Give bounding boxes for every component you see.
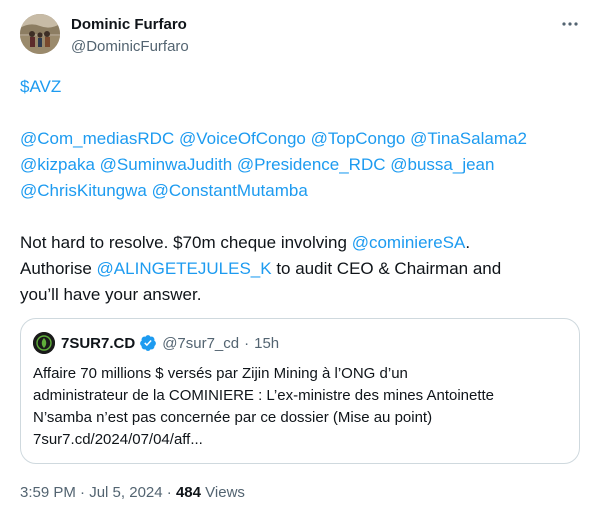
- footer-separator: ·: [80, 484, 86, 501]
- body-text: Authorise: [20, 259, 97, 278]
- quote-line: Affaire 70 millions $ versés par Zijin M…: [33, 365, 408, 382]
- body-text: you’ll have your answer.: [20, 285, 202, 304]
- tweet-header: Dominic Furfaro @DominicFurfaro: [20, 14, 580, 62]
- quote-line: 7sur7.cd/2024/07/04/aff...: [33, 431, 203, 448]
- author-handle[interactable]: @DominicFurfaro: [71, 38, 189, 55]
- tweet-text: $AVZ @Com_mediasRDC @VoiceOfCongo @TopCo…: [20, 74, 580, 308]
- author-display-name[interactable]: Dominic Furfaro: [71, 16, 187, 33]
- mention-link[interactable]: @bussa_jean: [390, 155, 494, 174]
- quote-handle[interactable]: @7sur7_cd: [162, 335, 239, 352]
- mentions-line-2: @kizpaka @SuminwaJudith @Presidence_RDC …: [20, 152, 580, 178]
- tweet-footer: 3:59 PM · Jul 5, 2024 · 484 Views: [20, 484, 245, 501]
- mention-link[interactable]: @ConstantMutamba: [152, 181, 308, 200]
- mentions-line-1: @Com_mediasRDC @VoiceOfCongo @TopCongo @…: [20, 126, 580, 152]
- tweet-time[interactable]: 3:59 PM: [20, 484, 76, 501]
- views-count[interactable]: 484: [176, 484, 201, 501]
- mention-link[interactable]: @VoiceOfCongo: [179, 129, 306, 148]
- author-avatar[interactable]: [20, 14, 60, 54]
- mention-link[interactable]: @TinaSalama2: [410, 129, 527, 148]
- quote-line: N’samba n’est pas concernée par ce dossi…: [33, 409, 433, 426]
- quote-separator: ·: [244, 334, 250, 352]
- footer-separator: ·: [166, 484, 172, 501]
- quote-line: administrateur de la COMINIERE : L’ex-mi…: [33, 387, 495, 404]
- mentions-line-3: @ChrisKitungwa @ConstantMutamba: [20, 178, 580, 204]
- mention-link[interactable]: @ALINGETEJULES_K: [97, 259, 272, 278]
- cashtag-link[interactable]: $AVZ: [20, 77, 61, 96]
- body-line-2: Authorise @ALINGETEJULES_K to audit CEO …: [20, 256, 580, 282]
- mention-link[interactable]: @SuminwaJudith: [100, 155, 233, 174]
- mention-link[interactable]: @ChrisKitungwa: [20, 181, 147, 200]
- quote-avatar: [33, 332, 55, 354]
- mention-link[interactable]: @cominiereSA: [352, 233, 466, 252]
- body-text: to audit CEO & Chairman and: [271, 259, 502, 278]
- views-label: Views: [205, 484, 245, 501]
- mention-link[interactable]: @TopCongo: [311, 129, 406, 148]
- quoted-tweet-card[interactable]: 7SUR7.CD @7sur7_cd · 15h Affaire 70 mill…: [20, 318, 580, 464]
- body-line-3: you’ll have your answer.: [20, 282, 580, 308]
- verified-badge-icon: [139, 334, 157, 352]
- mention-link[interactable]: @kizpaka: [20, 155, 95, 174]
- quote-author-name[interactable]: 7SUR7.CD: [61, 335, 135, 352]
- more-dots-icon[interactable]: [560, 14, 580, 34]
- mention-link[interactable]: @Presidence_RDC: [237, 155, 386, 174]
- tweet-date[interactable]: Jul 5, 2024: [89, 484, 162, 501]
- quote-text: Affaire 70 millions $ versés par Zijin M…: [33, 363, 573, 451]
- mention-link[interactable]: @Com_mediasRDC: [20, 129, 174, 148]
- quote-time[interactable]: 15h: [254, 335, 279, 352]
- body-line-1: Not hard to resolve. $70m cheque involvi…: [20, 230, 580, 256]
- body-text: .: [465, 233, 471, 252]
- quote-header: 7SUR7.CD @7sur7_cd · 15h: [33, 332, 279, 354]
- body-text: Not hard to resolve. $70m cheque involvi…: [20, 233, 352, 252]
